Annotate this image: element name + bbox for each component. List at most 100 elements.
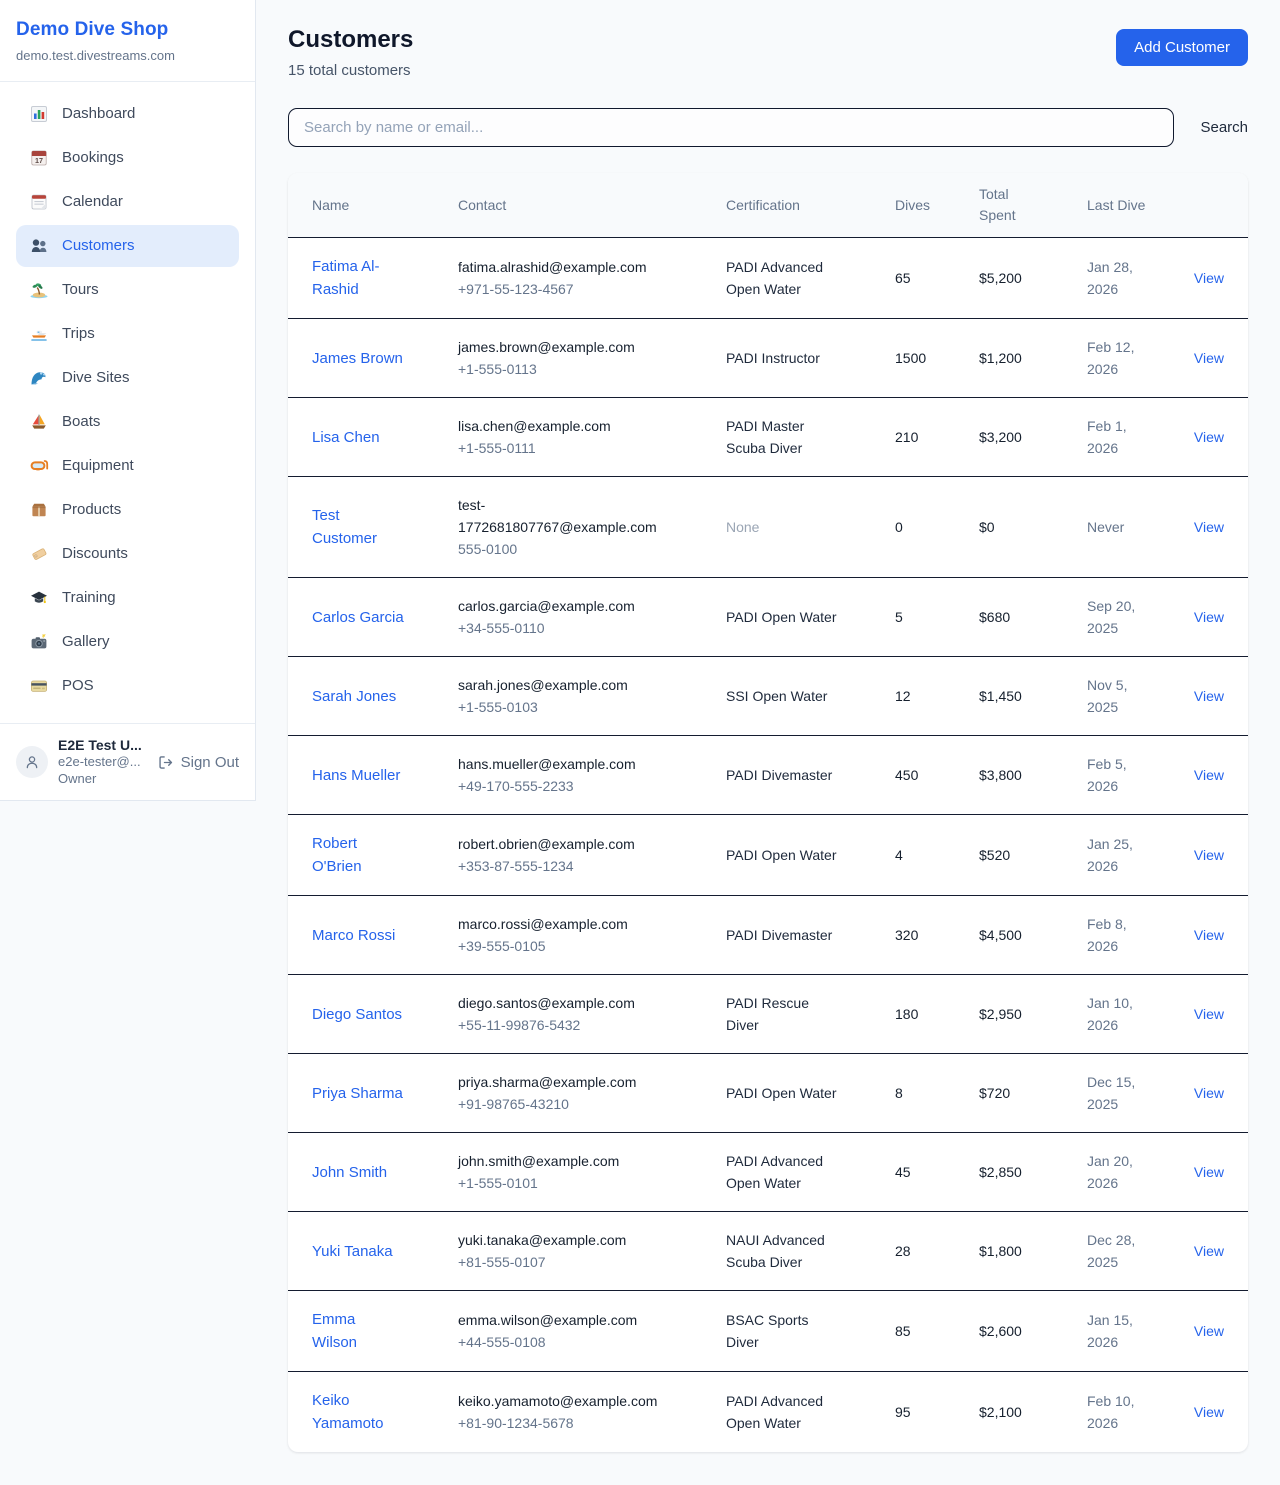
sidebar-item-equipment[interactable]: Equipment xyxy=(16,445,239,487)
sidebar-header: Demo Dive Shop demo.test.divestreams.com xyxy=(0,0,255,82)
table-row: Diego Santos diego.santos@example.com +5… xyxy=(288,975,1248,1054)
view-link[interactable]: View xyxy=(1194,350,1224,366)
sidebar-item-trips[interactable]: Trips xyxy=(16,313,239,355)
customer-certification: PADI Advanced Open Water xyxy=(726,1393,823,1431)
customer-name-link[interactable]: Sarah Jones xyxy=(312,685,396,708)
add-customer-button[interactable]: Add Customer xyxy=(1116,29,1248,66)
view-link[interactable]: View xyxy=(1194,609,1224,625)
sidebar-item-dashboard[interactable]: Dashboard xyxy=(16,93,239,135)
customer-name-link[interactable]: Emma Wilson xyxy=(312,1308,404,1354)
customer-total-spent: $680 xyxy=(979,609,1010,625)
view-link[interactable]: View xyxy=(1194,1164,1224,1180)
customer-name-link[interactable]: Hans Mueller xyxy=(312,764,400,787)
customer-email: priya.sharma@example.com xyxy=(458,1071,666,1093)
view-link[interactable]: View xyxy=(1194,429,1224,445)
customer-phone: +1-555-0103 xyxy=(458,696,666,718)
shop-domain: demo.test.divestreams.com xyxy=(16,48,239,63)
sidebar-item-calendar[interactable]: Calendar xyxy=(16,181,239,223)
sidebar-item-training[interactable]: Training xyxy=(16,577,239,619)
customer-phone: +971-55-123-4567 xyxy=(458,278,666,300)
customer-name-link[interactable]: Yuki Tanaka xyxy=(312,1240,393,1263)
credit-card-icon xyxy=(29,676,49,696)
sidebar-item-label: Gallery xyxy=(62,631,110,653)
customer-certification: SSI Open Water xyxy=(726,688,827,704)
customer-certification: PADI Open Water xyxy=(726,609,836,625)
customer-phone: +39-555-0105 xyxy=(458,935,666,957)
view-link[interactable]: View xyxy=(1194,1085,1224,1101)
customer-certification: PADI Advanced Open Water xyxy=(726,259,823,297)
view-link[interactable]: View xyxy=(1194,688,1224,704)
sidebar-item-dive-sites[interactable]: Dive Sites xyxy=(16,357,239,399)
customer-last-dive: Jan 10, 2026 xyxy=(1087,995,1133,1033)
customer-phone: +353-87-555-1234 xyxy=(458,855,666,877)
customer-certification: PADI Open Water xyxy=(726,1085,836,1101)
sidebar-item-label: Products xyxy=(62,499,121,521)
view-link[interactable]: View xyxy=(1194,519,1224,535)
search-input[interactable] xyxy=(288,108,1174,147)
view-link[interactable]: View xyxy=(1194,1006,1224,1022)
customer-count: 15 total customers xyxy=(288,62,413,79)
customer-name-link[interactable]: John Smith xyxy=(312,1161,387,1184)
view-link[interactable]: View xyxy=(1194,927,1224,943)
sidebar-nav: Dashboard 17 Bookings Calendar Customers xyxy=(0,82,255,723)
customer-name-link[interactable]: Lisa Chen xyxy=(312,426,380,449)
customer-last-dive: Feb 5, 2026 xyxy=(1087,756,1127,794)
customer-phone: +81-90-1234-5678 xyxy=(458,1412,666,1434)
customer-name-link[interactable]: Robert O'Brien xyxy=(312,832,404,878)
sidebar-item-discounts[interactable]: Discounts xyxy=(16,533,239,575)
sidebar-item-customers[interactable]: Customers xyxy=(16,225,239,267)
view-link[interactable]: View xyxy=(1194,1404,1224,1420)
table-row: Priya Sharma priya.sharma@example.com +9… xyxy=(288,1054,1248,1133)
customer-last-dive: Never xyxy=(1087,519,1124,535)
customer-name-link[interactable]: Carlos Garcia xyxy=(312,606,404,629)
customer-certification: None xyxy=(726,519,759,535)
view-link[interactable]: View xyxy=(1194,767,1224,783)
search-button[interactable]: Search xyxy=(1200,119,1248,136)
sidebar-item-pos[interactable]: POS xyxy=(16,665,239,707)
customer-dives: 12 xyxy=(895,688,911,704)
customer-dives: 5 xyxy=(895,609,903,625)
customer-total-spent: $720 xyxy=(979,1085,1010,1101)
sidebar-item-boats[interactable]: Boats xyxy=(16,401,239,443)
customer-name-link[interactable]: Keiko Yamamoto xyxy=(312,1389,404,1435)
customer-total-spent: $1,800 xyxy=(979,1243,1022,1259)
main-content: Customers 15 total customers Add Custome… xyxy=(256,0,1280,1481)
wave-icon xyxy=(29,368,49,388)
customer-name-link[interactable]: James Brown xyxy=(312,347,403,370)
view-link[interactable]: View xyxy=(1194,270,1224,286)
customer-total-spent: $2,850 xyxy=(979,1164,1022,1180)
customer-name-link[interactable]: Diego Santos xyxy=(312,1003,402,1026)
customer-name-link[interactable]: Fatima Al-Rashid xyxy=(312,255,404,301)
customer-phone: +1-555-0113 xyxy=(458,358,666,380)
calendar-date-icon: 17 xyxy=(29,148,49,168)
customer-last-dive: Jan 28, 2026 xyxy=(1087,259,1133,297)
sidebar-item-label: POS xyxy=(62,675,94,697)
table-row: Sarah Jones sarah.jones@example.com +1-5… xyxy=(288,657,1248,736)
sidebar-item-products[interactable]: Products xyxy=(16,489,239,531)
customer-name-link[interactable]: Marco Rossi xyxy=(312,924,395,947)
customers-table: Name Contact Certification Dives Total S… xyxy=(288,173,1248,1452)
page-title: Customers xyxy=(288,26,413,54)
sidebar-item-gallery[interactable]: Gallery xyxy=(16,621,239,663)
view-link[interactable]: View xyxy=(1194,1243,1224,1259)
customer-total-spent: $2,600 xyxy=(979,1323,1022,1339)
table-row: John Smith john.smith@example.com +1-555… xyxy=(288,1133,1248,1212)
diving-mask-icon xyxy=(29,456,49,476)
column-header-contact: Contact xyxy=(458,173,726,238)
customer-dives: 4 xyxy=(895,847,903,863)
view-link[interactable]: View xyxy=(1194,847,1224,863)
customer-total-spent: $3,800 xyxy=(979,767,1022,783)
sidebar-item-tours[interactable]: Tours xyxy=(16,269,239,311)
view-link[interactable]: View xyxy=(1194,1323,1224,1339)
customer-name-link[interactable]: Priya Sharma xyxy=(312,1082,403,1105)
sign-out-button[interactable]: Sign Out xyxy=(157,754,239,771)
customer-name-link[interactable]: Test Customer xyxy=(312,504,404,550)
customer-total-spent: $3,200 xyxy=(979,429,1022,445)
customer-email: lisa.chen@example.com xyxy=(458,415,666,437)
user-email: e2e-tester@... xyxy=(58,753,147,770)
customer-last-dive: Dec 28, 2025 xyxy=(1087,1232,1135,1270)
table-row: Keiko Yamamoto keiko.yamamoto@example.co… xyxy=(288,1372,1248,1453)
customer-phone: +1-555-0101 xyxy=(458,1172,666,1194)
sidebar-item-bookings[interactable]: 17 Bookings xyxy=(16,137,239,179)
customer-email: marco.rossi@example.com xyxy=(458,913,666,935)
